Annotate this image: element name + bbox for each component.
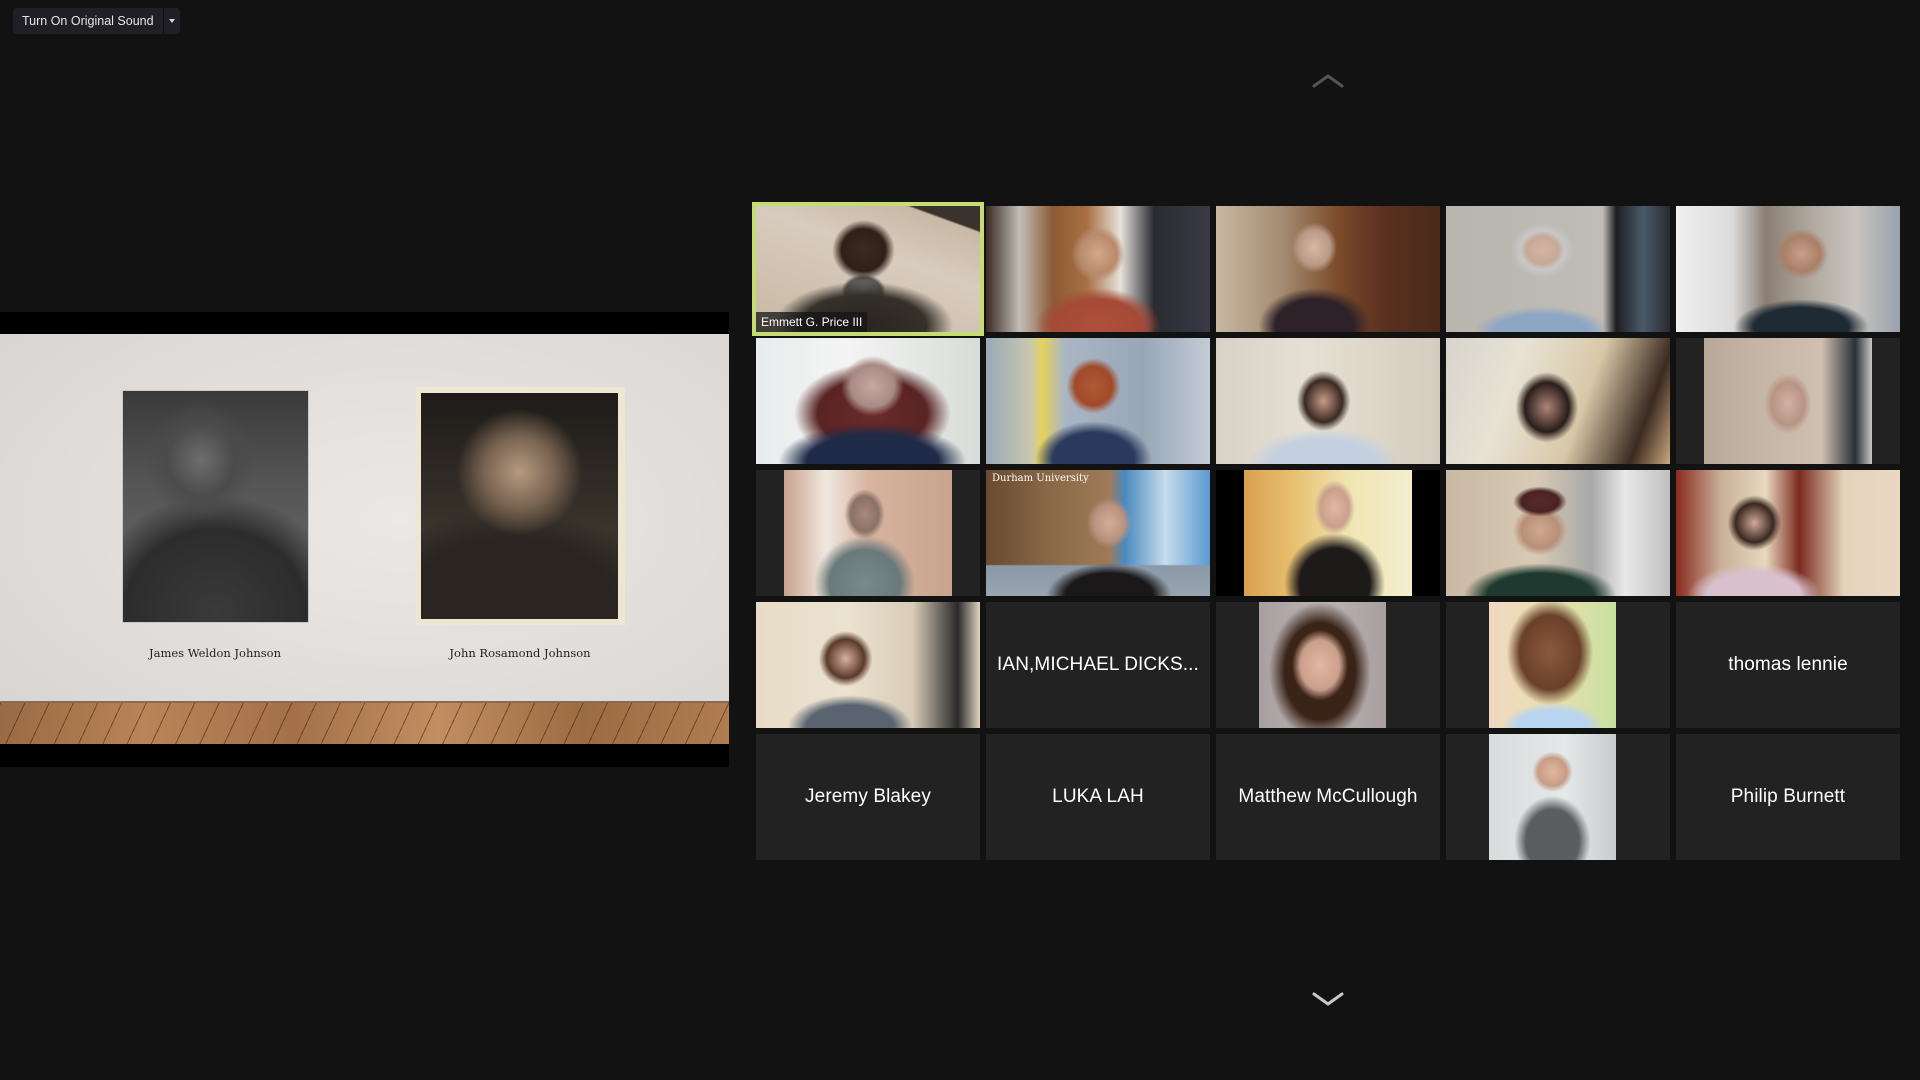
participant-profile-photo [1489, 602, 1616, 728]
turn-on-original-sound-button[interactable]: Turn On Original Sound [13, 8, 163, 34]
durham-university-logo: Durham University [992, 473, 1089, 484]
portrait-caption: James Weldon Johnson [148, 646, 282, 660]
participant-tile[interactable]: LUKA LAH [986, 734, 1210, 860]
participant-video [1216, 206, 1440, 332]
participant-video [986, 206, 1210, 332]
participant-name: LUKA LAH [1052, 786, 1144, 807]
participant-video [1216, 338, 1440, 464]
original-sound-dropdown-button[interactable] [164, 8, 180, 34]
participant-name: Jeremy Blakey [805, 786, 931, 807]
participant-tile[interactable] [1216, 470, 1440, 596]
participant-video [986, 338, 1210, 464]
presentation-slide: James Weldon Johnson John Rosamond Johns… [0, 334, 729, 744]
participant-tile[interactable] [986, 206, 1210, 332]
participant-profile-photo [1259, 602, 1386, 728]
participant-tile[interactable] [1446, 338, 1670, 464]
portrait-john-rosamond-johnson [421, 393, 618, 619]
participant-name: thomas lennie [1728, 654, 1848, 675]
portrait-caption: John Rosamond Johnson [449, 646, 591, 660]
participant-tile[interactable] [1216, 338, 1440, 464]
participant-tile[interactable] [1446, 734, 1670, 860]
participant-name-label: Emmett G. Price III [756, 312, 868, 332]
gallery-page-down-button[interactable] [1310, 990, 1346, 1010]
participant-video [1446, 206, 1670, 332]
participant-tile[interactable] [756, 602, 980, 728]
participant-video [1704, 338, 1872, 464]
original-sound-control: Turn On Original Sound [13, 8, 180, 34]
participant-video [1446, 338, 1670, 464]
participant-name: Philip Burnett [1730, 786, 1846, 807]
participant-tile-active-speaker[interactable]: Emmett G. Price III [752, 202, 984, 336]
shared-screen: James Weldon Johnson John Rosamond Johns… [0, 312, 729, 767]
gallery-page-up-button[interactable] [1310, 70, 1346, 90]
participant-tile[interactable] [986, 338, 1210, 464]
participant-tile[interactable] [1446, 602, 1670, 728]
participant-tile[interactable] [1216, 602, 1440, 728]
chevron-up-icon [1312, 74, 1344, 88]
participant-video [756, 602, 980, 728]
participant-tile[interactable] [1676, 470, 1900, 596]
participant-tile[interactable]: thomas lennie [1676, 602, 1900, 728]
participant-profile-photo [1489, 734, 1616, 860]
participant-tile[interactable] [756, 470, 980, 596]
portrait-james-weldon-johnson [123, 391, 308, 622]
participant-name: IAN,MICHAEL DICKS... [997, 654, 1199, 675]
participant-video [1244, 470, 1412, 596]
participant-tile[interactable] [1676, 338, 1900, 464]
participant-tile[interactable]: IAN,MICHAEL DICKS... [986, 602, 1210, 728]
participant-name: Matthew McCullough [1238, 786, 1418, 807]
participant-video [1446, 470, 1670, 596]
participant-video: Durham University [986, 470, 1210, 596]
wood-floor-decoration [0, 701, 729, 744]
participant-video [1676, 206, 1900, 332]
participant-tile-durham[interactable]: Durham University [986, 470, 1210, 596]
participant-tile[interactable] [1676, 206, 1900, 332]
chevron-down-icon [1312, 992, 1344, 1006]
participant-tile[interactable] [1446, 470, 1670, 596]
participant-tile[interactable]: Philip Burnett [1676, 734, 1900, 860]
participant-video [756, 338, 980, 464]
participant-tile[interactable] [1216, 206, 1440, 332]
participant-video [1676, 470, 1900, 596]
participant-tile[interactable]: Jeremy Blakey [756, 734, 980, 860]
participant-tile[interactable] [756, 338, 980, 464]
participant-tile[interactable] [1446, 206, 1670, 332]
participant-video [784, 470, 952, 596]
portrait-frame [416, 387, 625, 625]
participant-tile[interactable]: Matthew McCullough [1216, 734, 1440, 860]
